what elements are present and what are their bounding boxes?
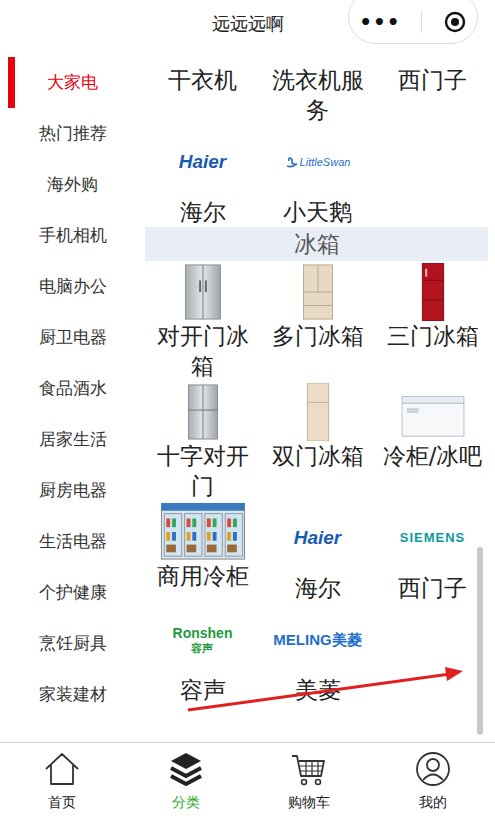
tab-item[interactable]: 首页 (0, 743, 124, 826)
brand-logo: LittleSwan (264, 127, 371, 197)
user-icon (413, 749, 453, 789)
product-photo (264, 383, 371, 441)
fridge-icon (158, 503, 248, 561)
category-item[interactable]: LittleSwan小天鹅 (260, 125, 375, 227)
close-target-icon[interactable] (443, 10, 467, 34)
sidebar-item[interactable]: 生活电器 (0, 516, 145, 567)
sidebar-item[interactable]: 食品酒水 (0, 363, 145, 414)
category-item[interactable]: 多门冰箱 (260, 261, 375, 381)
sidebar-item[interactable]: 热门推荐 (0, 108, 145, 159)
fridge-icon (388, 383, 478, 441)
category-item[interactable]: 西门子 (375, 63, 490, 125)
home-icon (42, 749, 82, 789)
swan-icon (285, 156, 299, 168)
item-label: 海尔 (180, 197, 226, 227)
item-label: 容声 (180, 675, 226, 705)
category-item[interactable]: 十字对开门 (145, 381, 260, 501)
category-page: 远远远啊 ••• 大家电热门推荐海外购手机相机电脑办公厨卫电器食品酒水居家生活厨房电… (0, 0, 495, 826)
fridge-icon (158, 263, 248, 321)
item-label: 三门冰箱 (387, 321, 479, 351)
product-photo (379, 383, 486, 441)
page-title: 远远远啊 (212, 12, 284, 36)
selected-indicator (8, 57, 15, 108)
fridge-icon (273, 263, 363, 321)
brand-logo: Haier (149, 127, 256, 197)
item-label: 干衣机 (168, 65, 237, 95)
item-label: 西门子 (398, 65, 467, 95)
category-item[interactable]: Haier海尔 (260, 501, 375, 603)
category-item[interactable]: SIEMENS西门子 (375, 501, 490, 603)
tab-bar: 首页分类购物车我的 (0, 742, 495, 826)
category-item[interactable]: 三门冰箱 (375, 261, 490, 381)
main-area: 大家电热门推荐海外购手机相机电脑办公厨卫电器食品酒水居家生活厨房电器生活电器个护… (0, 45, 495, 742)
sidebar-item[interactable]: 大家电 (0, 57, 145, 108)
item-grid: 干衣机洗衣机服务西门子Haier海尔LittleSwan小天鹅 (145, 45, 488, 227)
item-label: 美菱 (295, 675, 341, 705)
brand-logo: Ronshen容声 (149, 605, 256, 675)
product-photo (379, 263, 486, 321)
more-button[interactable]: ••• (359, 10, 400, 34)
category-item[interactable]: 商用冷柜 (145, 501, 260, 603)
annotation-arrow (0, 0, 495, 826)
product-photo (149, 503, 256, 561)
category-item[interactable]: 干衣机 (145, 63, 260, 125)
category-item[interactable]: 对开门冰箱 (145, 261, 260, 381)
item-label: 西门子 (398, 573, 467, 603)
sidebar-item[interactable]: 居家生活 (0, 414, 145, 465)
sidebar-item[interactable]: 烹饪厨具 (0, 618, 145, 669)
capsule-menu: ••• (348, 0, 478, 44)
category-item[interactable]: Ronshen容声容声 (145, 603, 260, 705)
sidebar-item[interactable]: 厨房电器 (0, 465, 145, 516)
fridge-icon (158, 383, 248, 441)
product-photo (149, 383, 256, 441)
item-label: 商用冷柜 (157, 561, 249, 591)
section-header: 冰箱 (145, 227, 488, 261)
item-label: 海尔 (295, 573, 341, 603)
item-label: 双门冰箱 (272, 441, 364, 471)
item-label: 十字对开门 (149, 441, 256, 501)
sidebar-item[interactable]: 厨卫电器 (0, 312, 145, 363)
cart-icon (289, 749, 329, 789)
category-item[interactable]: 冷柜/冰吧 (375, 381, 490, 501)
item-label: 洗衣机服务 (264, 65, 371, 125)
tab-item[interactable]: 我的 (371, 743, 495, 826)
item-label: 对开门冰箱 (149, 321, 256, 381)
category-item[interactable]: Haier海尔 (145, 125, 260, 227)
category-item[interactable]: 洗衣机服务 (260, 63, 375, 125)
product-photo (264, 263, 371, 321)
scrollbar[interactable] (477, 547, 483, 735)
fridge-icon (273, 383, 363, 441)
item-label: 冷柜/冰吧 (383, 441, 483, 471)
brand-logo: MELING美菱 (264, 605, 371, 675)
layers-icon (166, 749, 206, 789)
nav-bar: 远远远啊 ••• (0, 0, 495, 45)
item-label: 多门冰箱 (272, 321, 364, 351)
sidebar-item[interactable]: 手机相机 (0, 210, 145, 261)
category-sidebar: 大家电热门推荐海外购手机相机电脑办公厨卫电器食品酒水居家生活厨房电器生活电器个护… (0, 45, 145, 742)
sidebar-item[interactable]: 电脑办公 (0, 261, 145, 312)
sidebar-item[interactable]: 家装建材 (0, 669, 145, 720)
category-item[interactable]: 双门冰箱 (260, 381, 375, 501)
item-grid: 对开门冰箱多门冰箱三门冰箱十字对开门双门冰箱冷柜/冰吧商用冷柜Haier海尔SI… (145, 261, 488, 705)
sidebar-item[interactable]: 海外购 (0, 159, 145, 210)
product-photo (149, 263, 256, 321)
category-content: 干衣机洗衣机服务西门子Haier海尔LittleSwan小天鹅冰箱对开门冰箱多门… (145, 45, 495, 742)
tab-item[interactable]: 购物车 (248, 743, 372, 826)
fridge-icon (388, 263, 478, 321)
category-section: 冰箱对开门冰箱多门冰箱三门冰箱十字对开门双门冰箱冷柜/冰吧商用冷柜 Haier海尔… (145, 227, 488, 705)
item-label: 小天鹅 (283, 197, 352, 227)
capsule-divider (421, 11, 422, 33)
sidebar-item[interactable]: 个护健康 (0, 567, 145, 618)
brand-logo: Haier (264, 503, 371, 573)
category-item[interactable]: MELING美菱美菱 (260, 603, 375, 705)
brand-logo: SIEMENS (379, 503, 486, 573)
tab-item[interactable]: 分类 (124, 743, 248, 826)
